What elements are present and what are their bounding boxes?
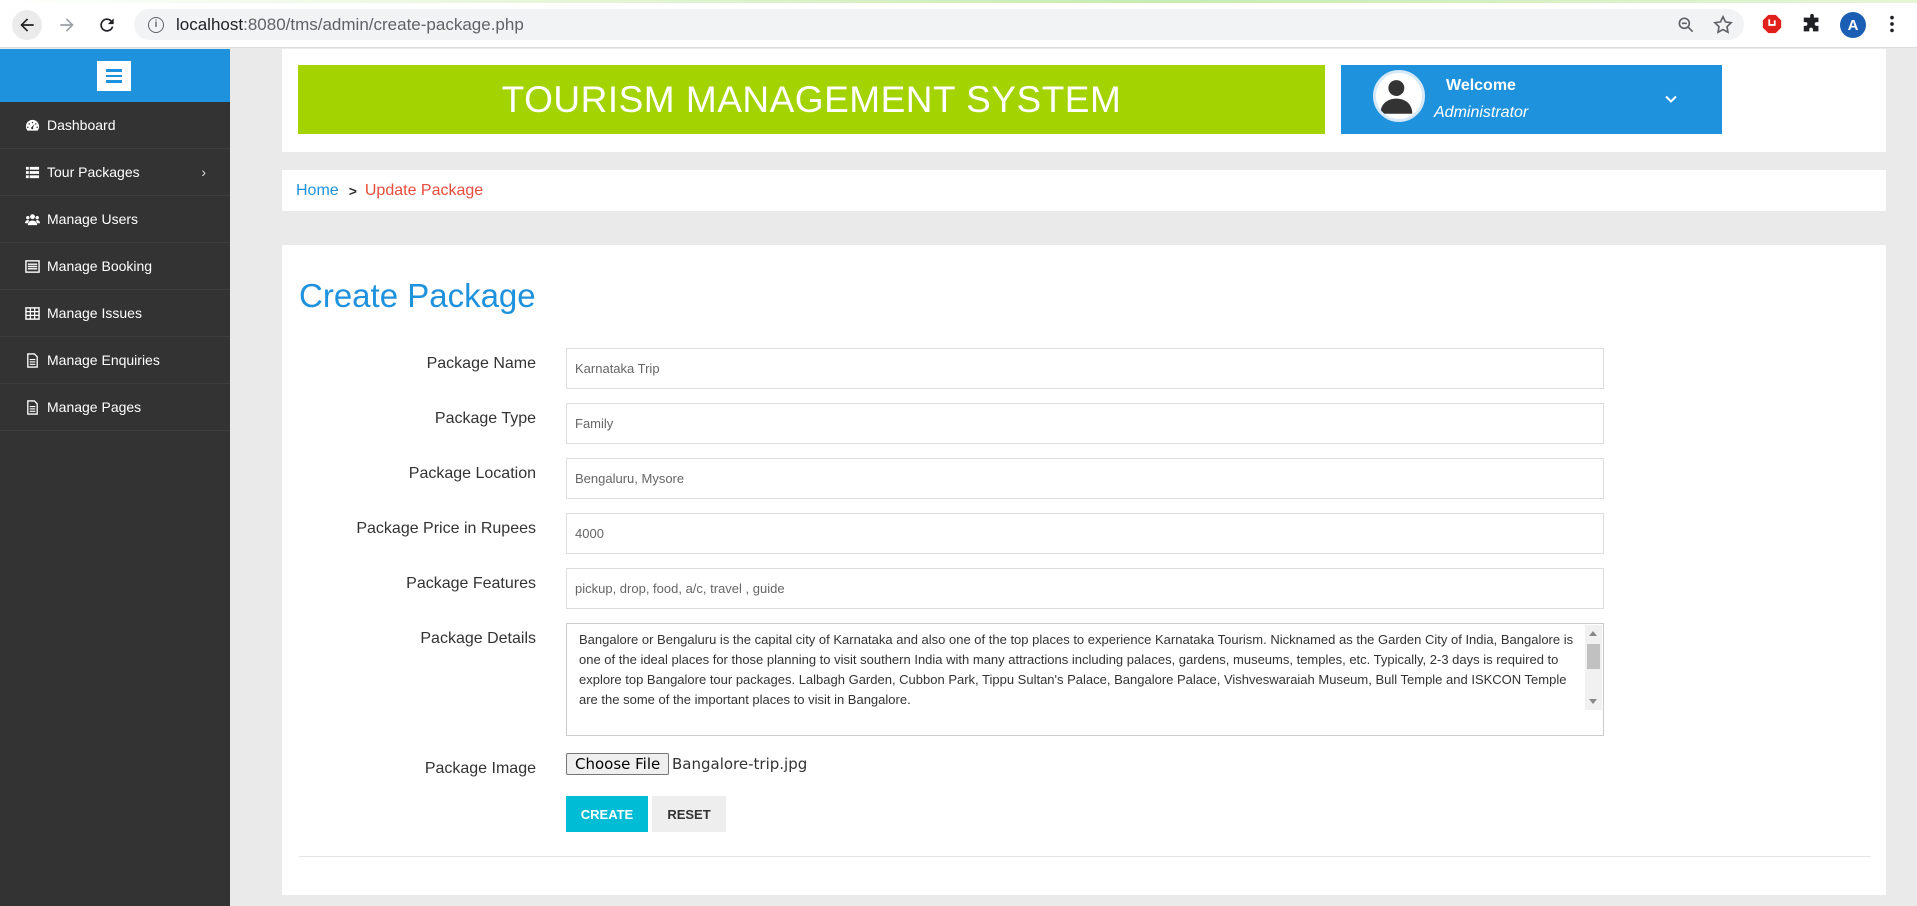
scroll-up-icon[interactable]	[1589, 631, 1597, 636]
file-icon	[24, 399, 40, 415]
reload-button[interactable]	[92, 10, 122, 40]
sidebar-item-dashboard[interactable]: Dashboard	[0, 102, 230, 149]
page-title: Create Package	[299, 277, 536, 314]
user-role: Administrator	[1434, 104, 1529, 121]
site-title-banner: TOURISM MANAGEMENT SYSTEM	[298, 65, 1325, 134]
sidebar-header	[0, 49, 230, 102]
zoom-icon[interactable]	[1676, 15, 1696, 35]
reload-icon	[100, 18, 114, 32]
sidebar-item-label: Manage Pages	[47, 399, 142, 415]
chevron-down-icon[interactable]	[1663, 91, 1679, 107]
package-details-label: Package Details	[420, 630, 536, 647]
welcome-label: Welcome	[1446, 77, 1516, 94]
reset-button[interactable]: RESET	[652, 796, 726, 832]
forward-button[interactable]	[52, 10, 82, 40]
package-location-label: Package Location	[408, 465, 536, 482]
dashboard-icon	[24, 117, 40, 133]
package-name-input[interactable]	[566, 348, 1604, 389]
package-type-input[interactable]	[566, 403, 1604, 444]
page-load-indicator	[0, 0, 1917, 3]
package-features-input[interactable]	[566, 568, 1604, 609]
textarea-scrollbar[interactable]	[1585, 625, 1602, 710]
scroll-down-icon[interactable]	[1589, 699, 1597, 704]
browser-toolbar: i localhost:8080/tms/admin/create-packag…	[0, 0, 1917, 48]
chevron-right-icon: >	[348, 182, 357, 199]
selected-file-name: Bangalore-trip.jpg	[672, 755, 808, 773]
arrow-left-icon	[20, 18, 34, 32]
sidebar-item-label: Manage Users	[47, 211, 139, 227]
sidebar-item-manage-issues[interactable]: Manage Issues	[0, 290, 230, 337]
sidebar-item-manage-booking[interactable]: Manage Booking	[0, 243, 230, 290]
sidebar: Dashboard Tour Packages › Manage Users M…	[0, 49, 230, 906]
profile-avatar[interactable]: A	[1840, 12, 1866, 38]
arrow-right-icon	[60, 18, 74, 32]
url-text[interactable]: localhost:8080/tms/admin/create-package.…	[176, 15, 524, 35]
avatar	[1373, 70, 1425, 122]
choose-file-button[interactable]: Choose File	[566, 753, 670, 775]
package-details-textarea[interactable]: Bangalore or Bengaluru is the capital ci…	[566, 623, 1604, 736]
package-image-label: Package Image	[424, 760, 536, 777]
package-features-label: Package Features	[406, 575, 536, 592]
breadcrumb-home-link[interactable]: Home	[296, 182, 339, 200]
breadcrumb: Home > Update Package	[282, 170, 1886, 211]
info-icon[interactable]: i	[148, 16, 164, 33]
extensions-puzzle-icon[interactable]	[1800, 12, 1824, 36]
package-price-input[interactable]	[566, 513, 1604, 554]
sidebar-item-manage-users[interactable]: Manage Users	[0, 196, 230, 243]
package-price-label: Package Price in Rupees	[356, 520, 536, 537]
file-icon	[24, 352, 40, 368]
list-alt-icon	[24, 258, 40, 274]
create-button[interactable]: CREATE	[566, 796, 648, 832]
sidebar-item-manage-pages[interactable]: Manage Pages	[0, 384, 230, 431]
breadcrumb-current: Update Package	[364, 181, 484, 199]
address-bar[interactable]: i localhost:8080/tms/admin/create-packag…	[134, 9, 1744, 40]
package-type-label: Package Type	[434, 410, 536, 427]
sidebar-item-tour-packages[interactable]: Tour Packages ›	[0, 149, 230, 196]
back-button[interactable]	[12, 10, 42, 40]
table-icon	[24, 305, 40, 321]
hamburger-icon[interactable]	[97, 61, 131, 91]
package-name-label: Package Name	[426, 355, 536, 372]
sidebar-item-manage-enquiries[interactable]: Manage Enquiries	[0, 337, 230, 384]
user-menu[interactable]: Welcome Administrator	[1341, 65, 1722, 134]
sidebar-item-label: Tour Packages	[47, 164, 140, 180]
sidebar-item-label: Dashboard	[47, 117, 116, 133]
adblock-extension-icon[interactable]	[1760, 12, 1784, 36]
form-divider	[299, 856, 1871, 857]
list-icon	[24, 164, 40, 180]
chevron-right-icon: ›	[201, 164, 206, 180]
sidebar-item-label: Manage Issues	[47, 305, 142, 321]
sidebar-item-label: Manage Booking	[47, 258, 153, 274]
kebab-menu-icon[interactable]	[1880, 12, 1904, 36]
sidebar-item-label: Manage Enquiries	[47, 352, 160, 368]
scroll-thumb[interactable]	[1587, 644, 1600, 669]
users-icon	[24, 211, 40, 227]
package-location-input[interactable]	[566, 458, 1604, 499]
bookmark-star-icon[interactable]	[1712, 14, 1734, 36]
